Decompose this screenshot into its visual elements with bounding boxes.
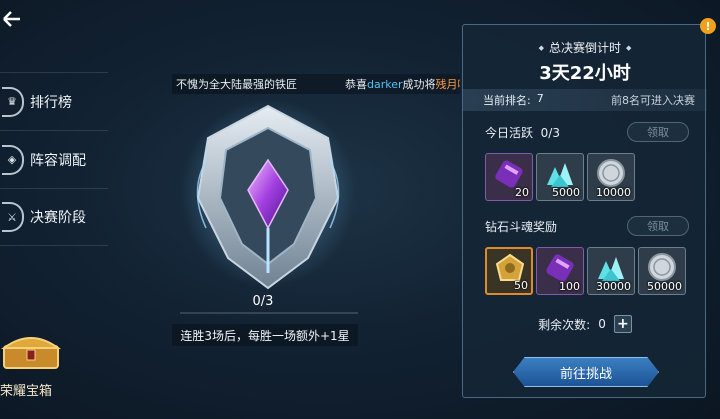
ticker-item-name: 残月吟戒 xyxy=(435,78,460,91)
remaining-value: 0 xyxy=(598,317,606,331)
current-rank-row: 当前排名: 7 前8名可进入决赛 xyxy=(463,89,707,111)
side-item-formation[interactable]: ◈ 阵容调配 xyxy=(0,130,108,188)
reward-qty: 5000 xyxy=(552,186,580,199)
go-challenge-button[interactable]: 前往挑战 xyxy=(513,357,659,387)
diamond-reward-label: 钻石斗魂奖励 xyxy=(485,219,558,234)
reward-item[interactable]: 10000 xyxy=(587,153,635,201)
trophy-icon: ♛ xyxy=(2,86,24,117)
side-item-finals[interactable]: ⚔ 决赛阶段 xyxy=(0,188,108,246)
daily-activity-label: 今日活跃 xyxy=(485,125,534,140)
back-button[interactable] xyxy=(0,8,22,30)
add-attempts-button[interactable]: + xyxy=(613,315,632,333)
side-item-label: 决赛阶段 xyxy=(30,210,86,226)
side-item-ranking[interactable]: ♛ 排行榜 xyxy=(0,72,108,130)
reward-qty: 10000 xyxy=(596,186,631,199)
reward-item[interactable]: 50 xyxy=(485,247,533,295)
diamond-claim-button[interactable]: 领取 xyxy=(627,216,689,236)
side-item-label: 排行榜 xyxy=(30,94,72,111)
reward-qty: 50 xyxy=(514,279,528,292)
ticker-message-2: 恭喜darker成功将残月吟戒 xyxy=(345,76,460,92)
ticker-prefix: 恭喜 xyxy=(345,78,367,91)
reward-qty: 100 xyxy=(559,280,580,293)
formation-icon: ◈ xyxy=(2,144,24,175)
remaining-attempts-row: 剩余次数: 0 + xyxy=(463,315,707,333)
finals-icon: ⚔ xyxy=(2,202,24,232)
rank-value: 7 xyxy=(536,92,544,105)
ticker-message-1: 不愧为全大陆最强的铁匠 xyxy=(176,78,297,91)
ticker-player-name: darker xyxy=(367,78,403,91)
rank-note: 前8名可进入决赛 xyxy=(611,94,695,107)
side-item-label: 阵容调配 xyxy=(30,152,86,169)
countdown-title: 总决赛倒计时 xyxy=(463,39,707,56)
countdown-value: 3天22小时 xyxy=(539,63,631,84)
rank-label: 当前排名: xyxy=(483,94,531,107)
win-streak-bar xyxy=(180,312,358,314)
ticker-mid: 成功将 xyxy=(402,78,436,91)
daily-claim-button[interactable]: 领取 xyxy=(627,122,689,142)
reward-qty: 20 xyxy=(515,186,529,199)
win-streak-progress: 0/3 xyxy=(252,294,274,309)
glory-chest-label: 荣耀宝箱 xyxy=(0,384,53,399)
reward-item[interactable]: 100 xyxy=(536,247,584,295)
reward-item[interactable]: 50000 xyxy=(638,247,686,295)
side-menu: ♛ 排行榜 ◈ 阵容调配 ⚔ 决赛阶段 xyxy=(0,72,108,246)
reward-item[interactable]: 30000 xyxy=(587,247,635,295)
daily-activity-row: 今日活跃 0/3 领取 xyxy=(463,121,707,143)
reward-qty: 50000 xyxy=(647,280,682,293)
finals-panel: 总决赛倒计时 3天22小时 当前排名: 7 前8名可进入决赛 今日活跃 0/3 领… xyxy=(462,24,707,398)
reward-item[interactable]: 5000 xyxy=(536,153,584,201)
daily-reward-items: 20 5000 10000 xyxy=(485,153,635,201)
diamond-reward-items: 50 100 30000 50000 xyxy=(485,247,686,295)
announcement-ticker: 不愧为全大陆最强的铁匠 恭喜darker成功将残月吟戒 xyxy=(172,74,460,94)
reward-item[interactable]: 20 xyxy=(485,153,533,201)
streak-tip: 连胜3场后，每胜一场额外+1星 xyxy=(172,324,358,346)
rank-emblem[interactable] xyxy=(178,98,358,298)
remaining-label: 剩余次数: xyxy=(538,317,591,332)
daily-activity-progress: 0/3 xyxy=(540,125,560,140)
glory-chest-icon[interactable] xyxy=(0,330,64,370)
info-icon[interactable]: ! xyxy=(700,18,716,34)
diamond-reward-row: 钻石斗魂奖励 领取 xyxy=(463,215,707,237)
reward-qty: 30000 xyxy=(596,280,631,293)
back-arrow-icon xyxy=(3,11,20,27)
